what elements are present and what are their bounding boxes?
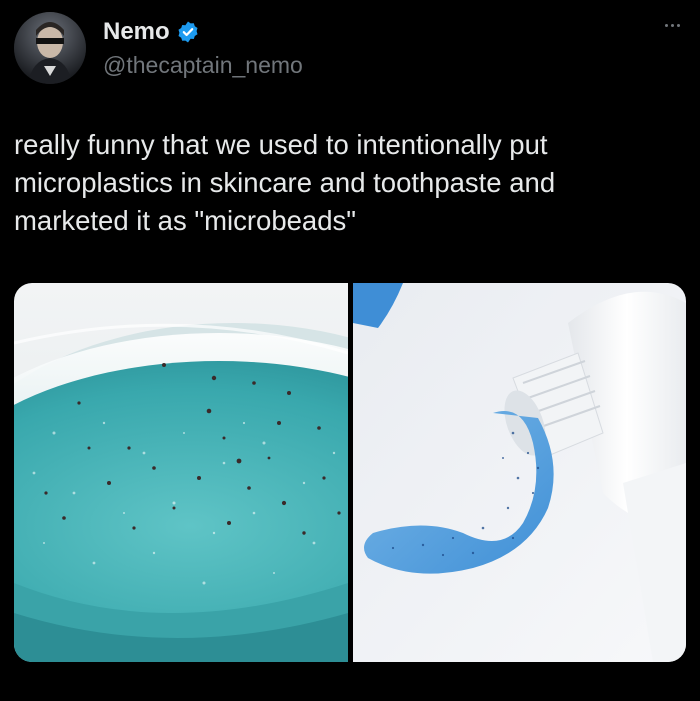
author-handle[interactable]: @thecaptain_nemo	[103, 52, 303, 79]
media-image-microbead-gel[interactable]	[14, 283, 348, 662]
media-image-toothpaste[interactable]	[353, 283, 686, 662]
more-options-icon[interactable]	[665, 24, 680, 27]
verified-badge-icon	[178, 21, 198, 43]
author-display-name[interactable]: Nemo	[103, 18, 170, 46]
tweet-media[interactable]	[14, 283, 686, 662]
tweet-text: really funny that we used to intentional…	[14, 129, 556, 236]
profile-avatar[interactable]	[14, 12, 86, 84]
